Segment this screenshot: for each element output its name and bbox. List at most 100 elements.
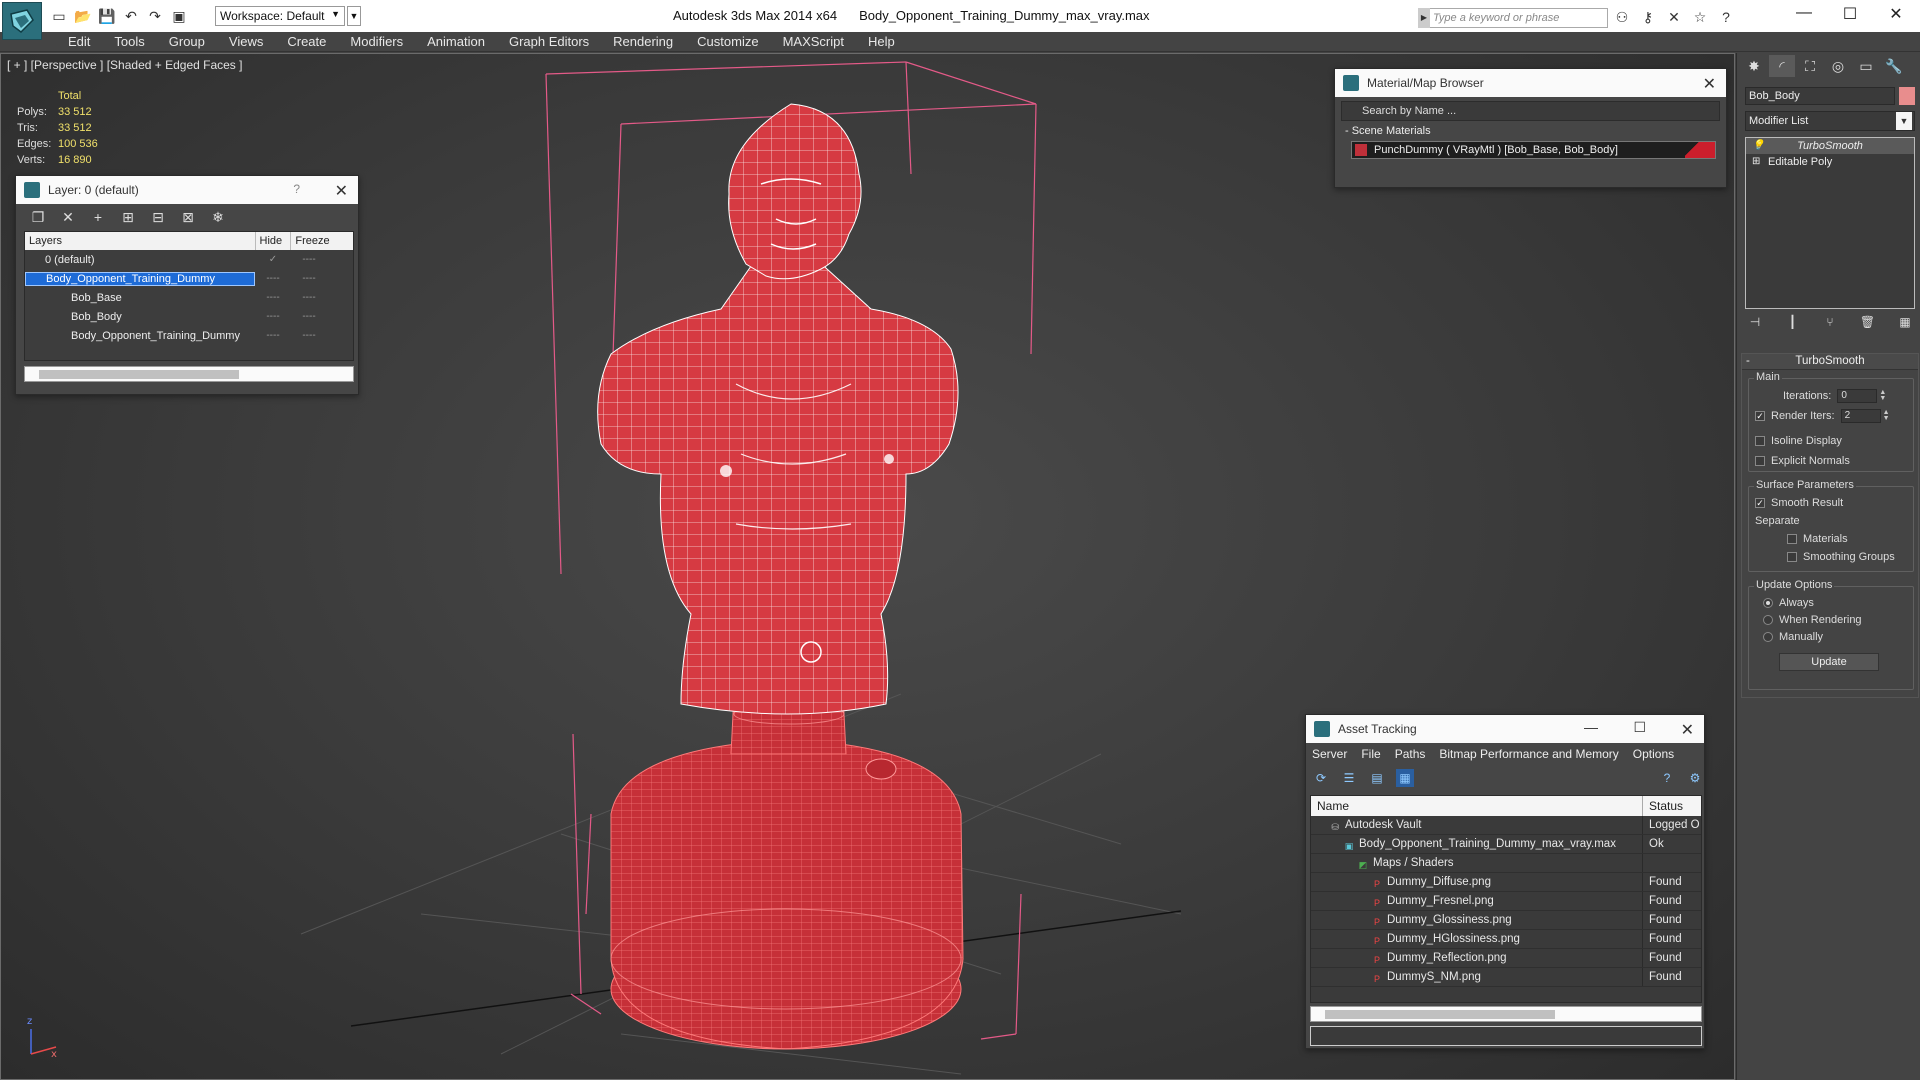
materials-checkbox[interactable] (1787, 534, 1797, 544)
asset-row[interactable]: P Dummy_Fresnel.png Found (1311, 892, 1701, 911)
binoculars-icon[interactable]: ⚇ (1612, 8, 1632, 26)
asset-row[interactable]: ▣ Body_Opponent_Training_Dummy_max_vray.m… (1311, 835, 1701, 854)
utilities-tab-icon[interactable]: 🔧 (1881, 55, 1907, 77)
col-freeze[interactable]: Freeze (291, 232, 353, 250)
new-file-icon[interactable]: ▭ (50, 7, 68, 25)
open-file-icon[interactable]: 📂 (74, 7, 92, 25)
refresh-icon[interactable]: ⟳ (1312, 769, 1330, 787)
configure-sets-icon[interactable]: ▦ (1895, 315, 1915, 333)
freeze-toggle[interactable]: ---- (291, 330, 327, 341)
layer-panel-titlebar[interactable]: Layer: 0 (default) ? ✕ (16, 176, 358, 204)
smooth-result-checkbox[interactable]: ✓ (1755, 498, 1765, 508)
hide-toggle[interactable]: ---- (255, 273, 291, 284)
scrollbar-thumb[interactable] (39, 370, 239, 379)
modifier-list-dropdown[interactable]: Modifier List ▼ (1745, 111, 1915, 131)
workspace-dropdown[interactable]: Workspace: Default ▼ (215, 6, 345, 26)
menu-paths[interactable]: Paths (1395, 747, 1426, 761)
key-icon[interactable]: ⚷ (1638, 8, 1658, 26)
col-layers[interactable]: Layers (25, 232, 256, 250)
menu-modifiers[interactable]: Modifiers (338, 34, 415, 49)
undo-icon[interactable]: ↶ (122, 7, 140, 25)
layer-row[interactable]: 0 (default) ✓ ---- (25, 250, 353, 269)
material-search-input[interactable]: Search by Name ... (1341, 101, 1720, 121)
lightbulb-icon[interactable]: 💡 (1752, 138, 1764, 154)
layer-row[interactable]: Body_Opponent_Training_Dummy ---- ---- (25, 326, 353, 345)
layer-row[interactable]: Bob_Base ---- ---- (25, 288, 353, 307)
modify-tab-icon[interactable]: ◜ (1769, 55, 1795, 77)
hide-all-icon[interactable]: ⊠ (178, 207, 198, 227)
asset-horizontal-scrollbar[interactable] (1310, 1006, 1702, 1022)
spinner-arrows-icon[interactable]: ▲ ▼ (1879, 389, 1886, 402)
col-name[interactable]: Name (1311, 796, 1643, 816)
display-tab-icon[interactable]: ▭ (1853, 55, 1879, 77)
close-button[interactable]: ✕ (1876, 4, 1916, 24)
update-button[interactable]: Update (1779, 653, 1879, 671)
delete-layer-icon[interactable]: ✕ (58, 207, 78, 227)
close-icon[interactable]: ✕ (1681, 720, 1694, 740)
asset-row[interactable]: P Dummy_Diffuse.png Found (1311, 873, 1701, 892)
viewport-label[interactable]: [ + ] [Perspective ] [Shaded + Edged Fac… (7, 58, 242, 72)
select-objects-icon[interactable]: ⊞ (118, 207, 138, 227)
help-search-input[interactable]: Type a keyword or phrase (1418, 8, 1608, 28)
menu-options[interactable]: Options (1633, 747, 1674, 761)
layer-row[interactable]: Body_Opponent_Training_Dummy ---- ---- (25, 269, 353, 288)
iterations-spinner[interactable]: 0 (1837, 389, 1878, 403)
material-browser-titlebar[interactable]: Material/Map Browser ✕ (1335, 69, 1726, 97)
always-radio[interactable] (1763, 598, 1773, 608)
minimize-button[interactable]: — (1584, 719, 1598, 735)
motion-tab-icon[interactable]: ◎ (1825, 55, 1851, 77)
freeze-toggle[interactable]: ---- (291, 254, 327, 265)
hierarchy-tab-icon[interactable]: ⛶ (1797, 55, 1823, 77)
table-view-icon[interactable]: ▦ (1396, 769, 1414, 787)
menu-views[interactable]: Views (217, 34, 275, 49)
menu-server[interactable]: Server (1312, 747, 1347, 761)
asset-row[interactable]: ◩ Maps / Shaders (1311, 854, 1701, 873)
star-icon[interactable]: ☆ (1690, 8, 1710, 26)
menu-graph-editors[interactable]: Graph Editors (497, 34, 601, 49)
create-tab-icon[interactable]: ✸ (1741, 55, 1767, 77)
pin-stack-icon[interactable]: ⊣ (1745, 315, 1765, 333)
search-expand-icon[interactable]: ▶ (1418, 8, 1430, 28)
smoothing-groups-checkbox[interactable] (1787, 552, 1797, 562)
highlight-layer-icon[interactable]: ⊟ (148, 207, 168, 227)
freeze-toggle[interactable]: ---- (291, 273, 327, 284)
scrollbar-thumb[interactable] (1325, 1010, 1555, 1019)
render-iters-checkbox[interactable]: ✓ (1755, 411, 1765, 421)
project-folder-icon[interactable]: ▣ (170, 7, 188, 25)
asset-row[interactable]: P DummyS_NM.png Found (1311, 968, 1701, 987)
active-check-icon[interactable]: ✓ (255, 254, 291, 265)
stack-item-editable-poly[interactable]: ⊞ Editable Poly (1746, 154, 1914, 170)
menu-help[interactable]: Help (856, 34, 907, 49)
hide-toggle[interactable]: ---- (255, 330, 291, 341)
stack-item-turbosmooth[interactable]: 💡 TurboSmooth (1746, 138, 1914, 154)
redo-icon[interactable]: ↷ (146, 7, 164, 25)
menu-create[interactable]: Create (275, 34, 338, 49)
make-unique-icon[interactable]: ⑂ (1820, 315, 1840, 333)
freeze-toggle[interactable]: ---- (291, 292, 327, 303)
render-iters-spinner[interactable]: 2 (1840, 409, 1881, 423)
asset-path-field[interactable] (1310, 1026, 1702, 1046)
asset-row[interactable]: P Dummy_HGlossiness.png Found (1311, 930, 1701, 949)
list-view-icon[interactable]: ☰ (1340, 769, 1358, 787)
scene-materials-section[interactable]: - Scene Materials (1335, 125, 1726, 137)
menu-group[interactable]: Group (157, 34, 217, 49)
freeze-toggle[interactable]: ---- (291, 311, 327, 322)
close-icon[interactable]: ✕ (1703, 74, 1716, 94)
hide-toggle[interactable]: ---- (255, 311, 291, 322)
spinner-arrows-icon[interactable]: ▲ ▼ (1883, 409, 1890, 422)
maximize-button[interactable]: ☐ (1830, 4, 1870, 24)
settings-icon[interactable]: ⚙ (1686, 769, 1704, 787)
asset-row[interactable]: P Dummy_Glossiness.png Found (1311, 911, 1701, 930)
menu-file[interactable]: File (1361, 747, 1380, 761)
expand-icon[interactable]: ⊞ (1752, 154, 1760, 170)
menu-bitmap-performance[interactable]: Bitmap Performance and Memory (1439, 747, 1618, 761)
menu-animation[interactable]: Animation (415, 34, 497, 49)
object-color-swatch[interactable] (1899, 87, 1915, 105)
asset-tracking-titlebar[interactable]: Asset Tracking — ☐ ✕ (1306, 715, 1704, 743)
workspace-more-button[interactable]: ▼ (347, 6, 361, 26)
add-to-layer-icon[interactable]: + (88, 207, 108, 227)
close-icon[interactable]: ✕ (335, 181, 348, 201)
freeze-all-icon[interactable]: ❄ (208, 207, 228, 227)
menu-rendering[interactable]: Rendering (601, 34, 685, 49)
manually-radio[interactable] (1763, 632, 1773, 642)
